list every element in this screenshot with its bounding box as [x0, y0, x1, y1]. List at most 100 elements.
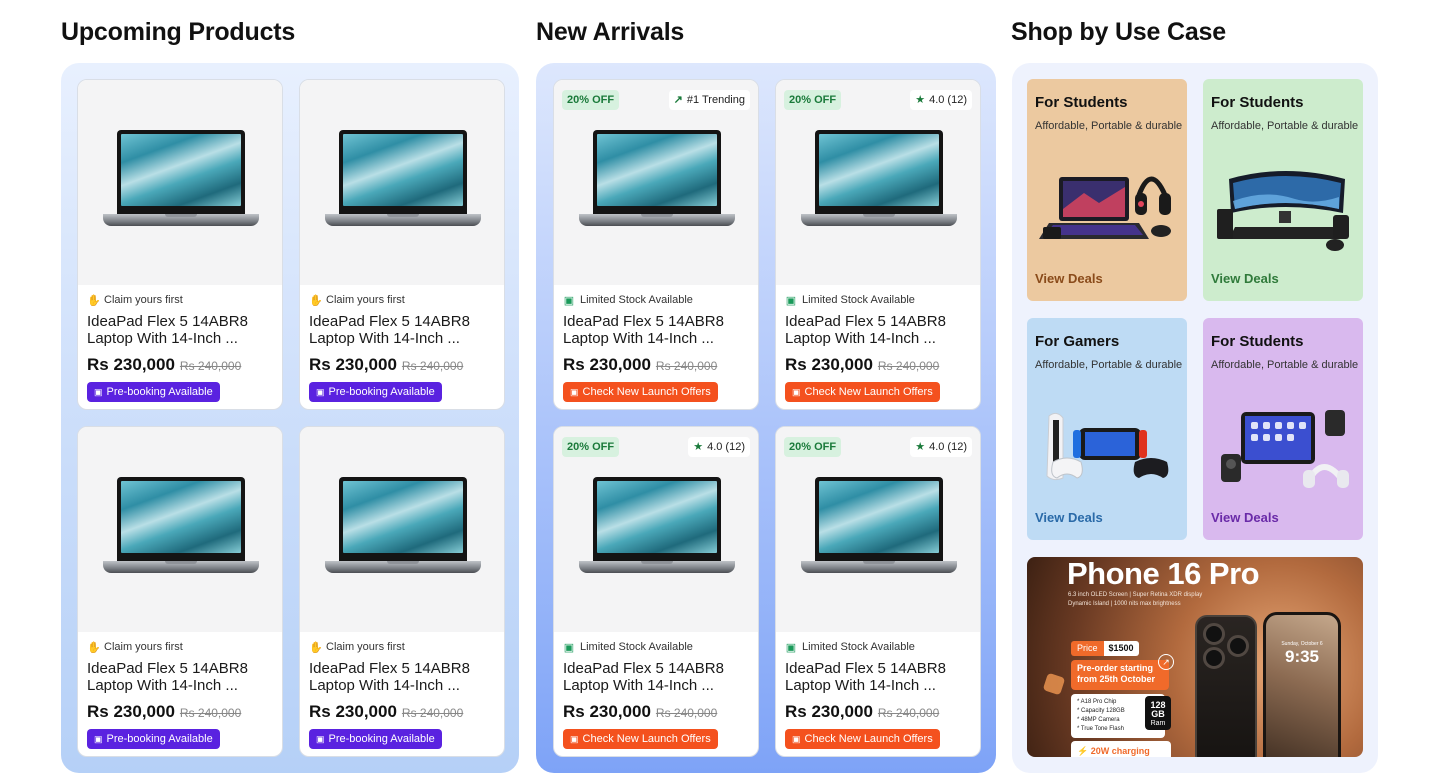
package-icon: ▣	[563, 641, 575, 654]
product-name-line2[interactable]: Laptop With 14-Inch ...	[309, 330, 496, 347]
product-price: Rs 230,000	[785, 355, 873, 374]
use-case-title: For Students	[1035, 94, 1128, 111]
product-name-line1[interactable]: IdeaPad Flex 5 14ABR8	[563, 660, 750, 677]
desktop-setup-illustration	[1217, 171, 1349, 251]
product-info: ▣ Limited Stock Available IdeaPad Flex 5 1…	[563, 292, 750, 402]
product-name-line1[interactable]: IdeaPad Flex 5 14ABR8	[309, 313, 496, 330]
use-case-card-gamers[interactable]: For Gamers Affordable, Portable & durabl…	[1027, 318, 1187, 540]
pre-booking-button[interactable]: ▣ Pre-booking Available	[309, 382, 442, 402]
new-arrival-card[interactable]: 20% OFF ↗ #1 Trending ▣ Limited Stock Availa…	[553, 79, 759, 410]
use-case-card-students[interactable]: For Students Affordable, Portable & dura…	[1027, 79, 1187, 301]
product-name-line2[interactable]: Laptop With 14-Inch ...	[87, 330, 274, 347]
product-note-text: Limited Stock Available	[580, 294, 693, 306]
laptop-product-image	[801, 130, 957, 228]
product-image-area[interactable]	[300, 427, 504, 632]
pre-booking-button[interactable]: ▣ Pre-booking Available	[87, 729, 220, 749]
use-case-title: For Students	[1211, 94, 1304, 111]
product-name-line1[interactable]: IdeaPad Flex 5 14ABR8	[785, 660, 972, 677]
product-old-price: Rs 240,000	[655, 359, 718, 373]
launch-offers-button[interactable]: ▣ Check New Launch Offers	[563, 382, 718, 402]
new-arrival-card[interactable]: 20% OFF ★ 4.0 (12) ▣ Limited Stock Available…	[775, 79, 981, 410]
product-image-area[interactable]: 20% OFF ★ 4.0 (12)	[554, 427, 758, 632]
product-tag-text: 4.0 (12)	[929, 441, 967, 453]
product-tag: ↗ #1 Trending	[668, 90, 750, 110]
hand-wave-icon: ✋	[309, 641, 323, 654]
upcoming-product-card[interactable]: ✋ Claim yours first IdeaPad Flex 5 14ABR8 L…	[299, 79, 505, 410]
pre-booking-button[interactable]: ▣ Pre-booking Available	[309, 729, 442, 749]
launch-offers-button[interactable]: ▣ Check New Launch Offers	[785, 729, 940, 749]
product-image-area[interactable]: 20% OFF ★ 4.0 (12)	[776, 427, 980, 632]
product-old-price: Rs 240,000	[877, 706, 940, 720]
product-image-area[interactable]	[300, 80, 504, 285]
cta-label: Check New Launch Offers	[804, 733, 933, 745]
product-name-line1[interactable]: IdeaPad Flex 5 14ABR8	[87, 660, 274, 677]
product-name-line2[interactable]: Laptop With 14-Inch ...	[563, 677, 750, 694]
use-case-title: For Students	[1211, 333, 1304, 350]
promo-title: Phone 16 Pro	[1067, 557, 1260, 591]
discount-badge: 20% OFF	[784, 437, 842, 457]
product-name-line1[interactable]: IdeaPad Flex 5 14ABR8	[785, 313, 972, 330]
product-name-line1[interactable]: IdeaPad Flex 5 14ABR8	[87, 313, 274, 330]
product-name-line2[interactable]: Laptop With 14-Inch ...	[309, 677, 496, 694]
lockscreen-time: 9:35	[1284, 647, 1320, 666]
product-old-price: Rs 240,000	[401, 359, 464, 373]
gaming-laptop-headset-illustration	[1039, 176, 1171, 239]
use-case-card-students-3[interactable]: For Students Affordable, Portable & dura…	[1203, 318, 1363, 540]
phone-back-image	[1195, 615, 1257, 757]
promo-specs: 6.3 inch OLED Screen | Super Retina XDR …	[1068, 591, 1268, 609]
promo-preorder-badge: Pre-order starting from 25th October	[1071, 660, 1169, 690]
view-deals-link[interactable]: View Deals	[1035, 271, 1103, 286]
product-note-text: Claim yours first	[104, 294, 183, 306]
upcoming-product-card[interactable]: ✋ Claim yours first IdeaPad Flex 5 14ABR8 L…	[77, 426, 283, 757]
upcoming-product-card[interactable]: ✋ Claim yours first IdeaPad Flex 5 14ABR8 L…	[299, 426, 505, 757]
calendar-icon: ▣	[94, 386, 103, 397]
product-old-price: Rs 240,000	[655, 706, 718, 720]
camera-lens-icon	[1227, 635, 1249, 657]
product-price: Rs 230,000	[309, 702, 397, 721]
phone-16-pro-promo-banner[interactable]: Phone 16 Pro 6.3 inch OLED Screen | Supe…	[1027, 557, 1363, 757]
use-case-subtitle: Affordable, Portable & durable	[1035, 120, 1183, 132]
laptop-product-image	[325, 477, 481, 575]
gift-icon: ▣	[570, 733, 579, 744]
product-name-line1[interactable]: IdeaPad Flex 5 14ABR8	[563, 313, 750, 330]
product-image-area[interactable]	[78, 427, 282, 632]
product-note: ✋ Claim yours first	[309, 639, 496, 655]
product-name-line2[interactable]: Laptop With 14-Inch ...	[563, 330, 750, 347]
view-deals-link[interactable]: View Deals	[1211, 510, 1279, 525]
product-name-line2[interactable]: Laptop With 14-Inch ...	[87, 677, 274, 694]
cta-label: Check New Launch Offers	[582, 386, 711, 398]
view-deals-link[interactable]: View Deals	[1211, 271, 1279, 286]
cta-label: Pre-booking Available	[328, 733, 435, 745]
product-name-line1[interactable]: IdeaPad Flex 5 14ABR8	[309, 660, 496, 677]
product-image-area[interactable]	[78, 80, 282, 285]
section-title-new-arrivals: New Arrivals	[536, 18, 685, 46]
product-note-text: Limited Stock Available	[802, 294, 915, 306]
star-icon: ★	[693, 441, 704, 453]
calendar-icon: ▣	[94, 733, 103, 744]
promo-price: Price $1500	[1071, 641, 1139, 656]
product-name-line2[interactable]: Laptop With 14-Inch ...	[785, 330, 972, 347]
decorative-cube-icon	[1042, 672, 1066, 696]
upcoming-product-card[interactable]: ✋ Claim yours first IdeaPad Flex 5 14ABR8 L…	[77, 79, 283, 410]
product-note: ✋ Claim yours first	[87, 639, 274, 655]
price-row: Rs 230,000 Rs 240,000	[563, 702, 750, 722]
product-image-area[interactable]: 20% OFF ↗ #1 Trending	[554, 80, 758, 285]
launch-offers-button[interactable]: ▣ Check New Launch Offers	[563, 729, 718, 749]
camera-lens-icon	[1203, 647, 1225, 669]
product-name-line2[interactable]: Laptop With 14-Inch ...	[785, 677, 972, 694]
product-note: ▣ Limited Stock Available	[785, 292, 972, 308]
product-tag: ★ 4.0 (12)	[910, 90, 972, 110]
arrow-up-right-icon[interactable]: ↗	[1158, 654, 1174, 670]
launch-offers-button[interactable]: ▣ Check New Launch Offers	[785, 382, 940, 402]
promo-price-label: Price	[1071, 641, 1104, 656]
trending-icon: ↗	[673, 94, 683, 106]
view-deals-link[interactable]: View Deals	[1035, 510, 1103, 525]
product-image-area[interactable]: 20% OFF ★ 4.0 (12)	[776, 80, 980, 285]
price-row: Rs 230,000 Rs 240,000	[309, 702, 496, 722]
new-arrival-card[interactable]: 20% OFF ★ 4.0 (12) ▣ Limited Stock Available…	[775, 426, 981, 757]
new-arrival-card[interactable]: 20% OFF ★ 4.0 (12) ▣ Limited Stock Available…	[553, 426, 759, 757]
pre-booking-button[interactable]: ▣ Pre-booking Available	[87, 382, 220, 402]
use-case-card-students-2[interactable]: For Students Affordable, Portable & dura…	[1203, 79, 1363, 301]
laptop-product-image	[801, 477, 957, 575]
calendar-icon: ▣	[316, 386, 325, 397]
